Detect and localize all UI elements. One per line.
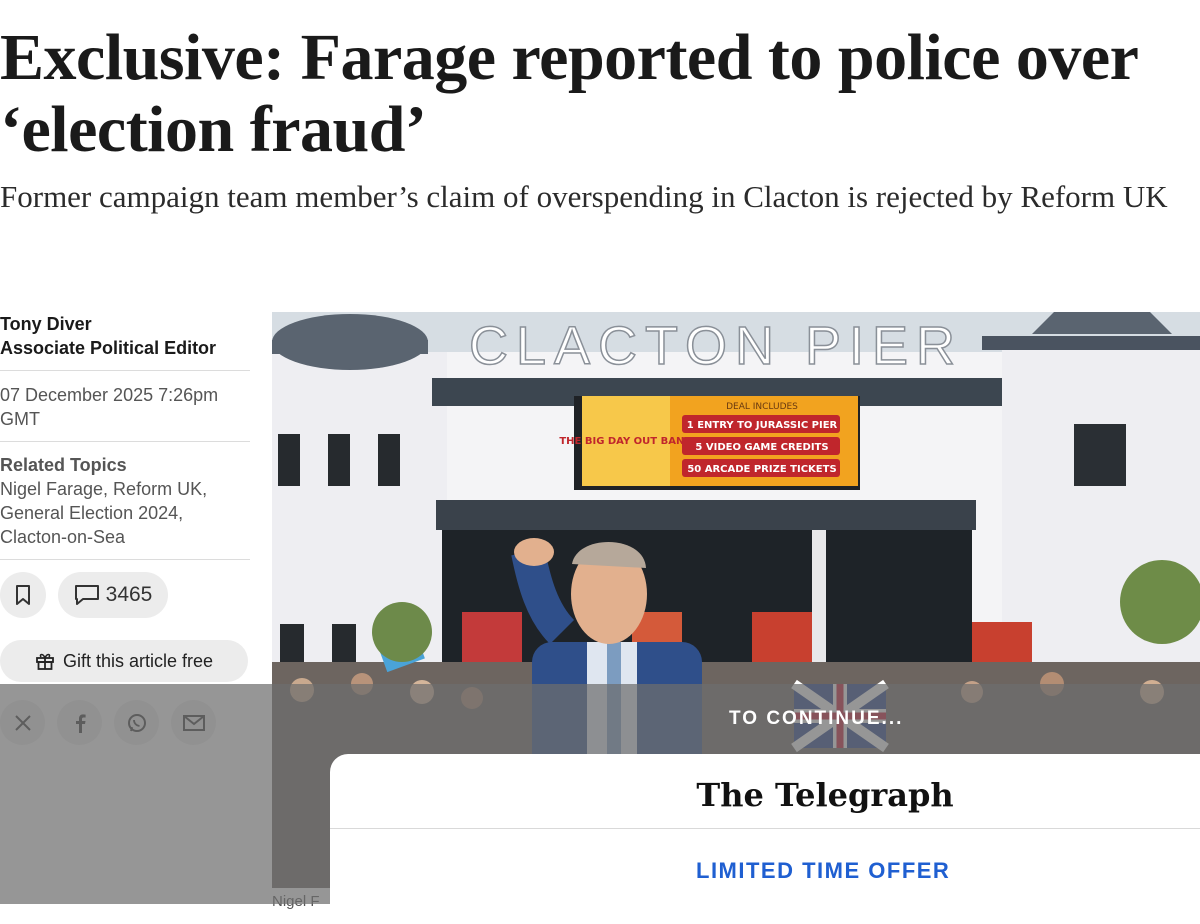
divider: [0, 559, 250, 560]
gift-label: Gift this article free: [62, 650, 214, 671]
telegraph-logo: The Telegraph: [696, 776, 954, 814]
divider: [0, 370, 250, 371]
bookmark-icon: [16, 585, 30, 605]
billboard-item: 50 ARCADE PRIZE TICKETS: [687, 464, 836, 475]
related-topics-title: Related Topics: [0, 455, 127, 475]
comments-button[interactable]: 3465: [58, 572, 168, 618]
author-name[interactable]: Tony Diver: [0, 312, 250, 336]
article-headline: Exclusive: Farage reported to police ove…: [0, 21, 1138, 166]
modal-divider: [330, 828, 1200, 829]
divider: [0, 441, 250, 442]
continue-prompt: TO CONTINUE...: [729, 708, 904, 729]
comment-icon: [74, 585, 99, 605]
paywall-modal: The Telegraph LIMITED TIME OFFER: [330, 754, 1200, 924]
comment-count: 3465: [105, 583, 153, 606]
article-actions: 3465: [0, 572, 250, 618]
billboard-left-text: THE BIG DAY OUT BAND: [559, 436, 692, 447]
article-standfirst: Former campaign team member’s claim of o…: [0, 179, 1168, 214]
related-topics-list[interactable]: Nigel Farage, Reform UK, General Electio…: [0, 477, 230, 549]
pier-sign: CLACTON PIER: [469, 316, 963, 376]
billboard-item: 1 ENTRY TO JURASSIC PIER: [687, 420, 838, 431]
gift-icon: [36, 653, 54, 670]
article-sidebar: Tony Diver Associate Political Editor 07…: [0, 312, 250, 745]
publish-date: 07 December 2025 7:26pm GMT: [0, 385, 219, 429]
gift-article-button[interactable]: Gift this article free: [0, 640, 248, 682]
bookmark-button[interactable]: [0, 572, 46, 618]
limited-time-offer: LIMITED TIME OFFER: [696, 858, 951, 883]
author-role: Associate Political Editor: [0, 338, 217, 358]
billboard-header: DEAL INCLUDES: [726, 402, 798, 412]
billboard-item: 5 VIDEO GAME CREDITS: [695, 442, 828, 453]
